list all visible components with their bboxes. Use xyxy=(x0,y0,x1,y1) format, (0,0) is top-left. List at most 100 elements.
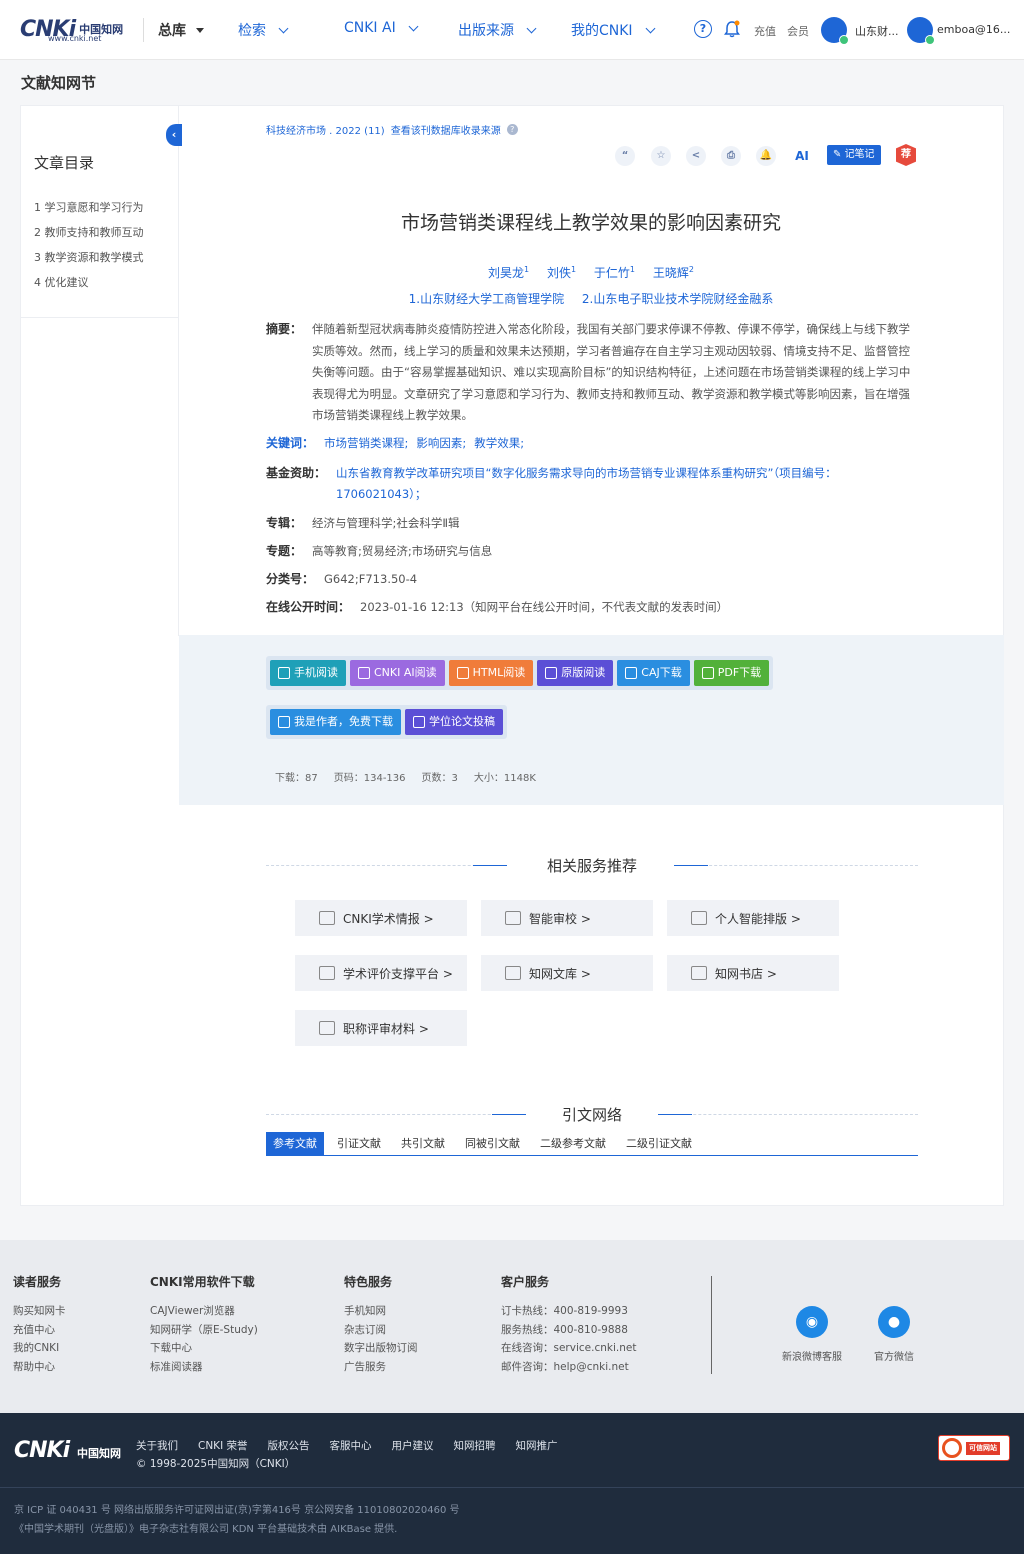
footer-link[interactable]: 数字出版物订阅 xyxy=(344,1339,418,1358)
footer-link[interactable]: 充值中心 xyxy=(13,1321,66,1340)
service-library[interactable]: 知网文库 > xyxy=(481,955,653,991)
nav-my-cnki[interactable]: 我的CNKI xyxy=(571,20,656,40)
thesis-submit-button[interactable]: 学位论文投稿 xyxy=(405,709,503,735)
alert-icon[interactable]: 🔔 xyxy=(756,146,776,166)
fund-link[interactable]: 山东省教育教学改革研究项目“数字化服务需求导向的市场营销专业课程体系重构研究”（… xyxy=(336,463,921,505)
footer-link[interactable]: CAJViewer浏览器 xyxy=(150,1302,258,1321)
online-label: 在线公开时间： xyxy=(266,600,351,614)
footer-link[interactable]: 我的CNKI xyxy=(13,1339,66,1358)
help-icon[interactable]: ? xyxy=(694,20,712,38)
about-link[interactable]: 关于我们 xyxy=(136,1438,178,1453)
service-center-link[interactable]: 客服中心 xyxy=(330,1438,372,1453)
print-icon[interactable]: ⎙ xyxy=(721,146,741,166)
service-smart-layout[interactable]: 个人智能排版 > xyxy=(667,900,839,936)
citation-tabs: 参考文献 引证文献 共引文献 同被引文献 二级参考文献 二级引证文献 xyxy=(266,1132,918,1156)
article-stats: 下载：87 页码：134-136 页数：3 大小：1148K xyxy=(275,769,536,784)
service-evaluation[interactable]: 学术评价支撑平台 > xyxy=(295,955,467,991)
member-link[interactable]: 会员 xyxy=(787,23,809,39)
chevron-down-icon xyxy=(408,21,419,31)
footer-link[interactable]: 手机知网 xyxy=(344,1302,418,1321)
html-read-button[interactable]: HTML阅读 xyxy=(448,660,534,686)
database-source-link[interactable]: 查看该刊数据库收录来源 xyxy=(391,122,501,137)
cnki-ai-read-button[interactable]: CNKI AI阅读 xyxy=(350,660,445,686)
tab-references[interactable]: 参考文献 xyxy=(266,1132,324,1155)
careers-link[interactable]: 知网招聘 xyxy=(454,1438,496,1453)
recommend-badge[interactable]: 荐 xyxy=(896,144,916,166)
tab-secondary-references[interactable]: 二级参考文献 xyxy=(533,1132,613,1155)
topic-label: 专题： xyxy=(266,544,303,558)
question-icon[interactable]: ? xyxy=(506,124,518,135)
caret-down-icon xyxy=(196,27,204,33)
honor-link[interactable]: CNKI 荣誉 xyxy=(198,1438,248,1453)
tab-co-cited[interactable]: 同被引文献 xyxy=(458,1132,527,1155)
keyword-link[interactable]: 影响因素; xyxy=(416,433,466,454)
citation-network-title: 引文网络 xyxy=(561,1106,622,1124)
footer-link[interactable]: 广告服务 xyxy=(344,1358,418,1377)
user-avatar[interactable] xyxy=(907,17,935,45)
tab-secondary-citing[interactable]: 二级引证文献 xyxy=(619,1132,699,1155)
pdf-download-button[interactable]: PDF下载 xyxy=(693,660,770,686)
chevron-down-icon xyxy=(526,23,537,33)
keyword-link[interactable]: 教学效果; xyxy=(474,433,524,454)
journal-source[interactable]: 科技经济市场 . 2022 (11) xyxy=(266,122,385,137)
author-link[interactable]: 于仁竹1 xyxy=(594,265,635,280)
mobile-read-button[interactable]: 手机阅读 xyxy=(270,660,346,686)
affiliation-link[interactable]: 1.山东财经大学工商管理学院 xyxy=(409,292,564,306)
ai-icon xyxy=(358,667,370,679)
footer-link[interactable]: 杂志订阅 xyxy=(344,1321,418,1340)
toc-item[interactable]: 4 优化建议 xyxy=(34,274,89,290)
footer-logo[interactable]: CNKi 中国知网 xyxy=(14,1438,122,1466)
service-cnki-intel[interactable]: CNKI学术情报 > xyxy=(295,900,467,936)
footer-link[interactable]: 购买知网卡 xyxy=(13,1302,66,1321)
toc-item[interactable]: 2 教师支持和教师互动 xyxy=(34,224,144,240)
footer-text[interactable]: 邮件咨询：help@cnki.net xyxy=(501,1358,636,1377)
favorite-icon[interactable]: ☆ xyxy=(651,146,671,166)
chevron-down-icon xyxy=(645,23,656,33)
original-read-button[interactable]: 原版阅读 xyxy=(537,660,614,686)
footer: 读者服务 购买知网卡 充值中心 我的CNKI 帮助中心 CNKI常用软件下载 C… xyxy=(0,1240,1024,1413)
toc-item[interactable]: 1 学习意愿和学习行为 xyxy=(34,199,144,215)
author-link[interactable]: 刘佚1 xyxy=(547,265,576,280)
nav-search[interactable]: 检索 xyxy=(238,20,289,40)
share-icon[interactable]: < xyxy=(686,146,706,166)
service-title-review[interactable]: 职称评审材料 > xyxy=(295,1010,467,1046)
nav-publication-source[interactable]: 出版来源 xyxy=(458,20,537,40)
service-smart-proofread[interactable]: 智能审校 > xyxy=(481,900,653,936)
institution-avatar[interactable] xyxy=(821,17,849,45)
caj-download-button[interactable]: CAJ下载 xyxy=(617,660,690,686)
ai-icon[interactable]: AI xyxy=(792,146,812,166)
cnki-logo[interactable]: CNKi 中国知网 www.cnki.net xyxy=(20,14,128,44)
footer-link[interactable]: 下载中心 xyxy=(150,1339,258,1358)
author-link[interactable]: 王晓辉2 xyxy=(653,265,694,280)
copyright-link[interactable]: 版权公告 xyxy=(268,1438,310,1453)
footer-text[interactable]: 在线咨询：service.cnki.net xyxy=(501,1339,636,1358)
feedback-link[interactable]: 用户建议 xyxy=(392,1438,434,1453)
weibo-service[interactable]: ◉ 新浪微博客服 xyxy=(782,1306,842,1363)
recharge-link[interactable]: 充值 xyxy=(754,23,776,39)
institution-name[interactable]: 山东财... xyxy=(855,23,899,39)
toc-item[interactable]: 3 教学资源和教学模式 xyxy=(34,249,144,265)
toc-title: 文章目录 xyxy=(34,154,95,172)
keyword-link[interactable]: 市场营销类课程; xyxy=(324,433,408,454)
service-bookstore[interactable]: 知网书店 > xyxy=(667,955,839,991)
trusted-site-badge[interactable]: 可信网站 xyxy=(938,1435,1010,1461)
nav-cnki-ai[interactable]: CNKI AI xyxy=(344,20,419,36)
wechat-service[interactable]: ● 官方微信 xyxy=(874,1306,914,1363)
promotion-link[interactable]: 知网推广 xyxy=(516,1438,558,1453)
footer-link[interactable]: 帮助中心 xyxy=(13,1358,66,1377)
trust-label: 可信网站 xyxy=(966,1441,1000,1455)
author-free-download-button[interactable]: 我是作者，免费下载 xyxy=(270,709,401,735)
bell-icon[interactable] xyxy=(724,20,740,38)
affiliation-link[interactable]: 2.山东电子职业技术学院财经金融系 xyxy=(582,292,773,306)
take-note-button[interactable]: ✎ 记笔记 xyxy=(827,145,881,165)
footer-link[interactable]: 知网研学（原E-Study) xyxy=(150,1321,258,1340)
cite-icon[interactable]: “ xyxy=(615,146,635,166)
tab-citing[interactable]: 引证文献 xyxy=(330,1132,388,1155)
nav-library[interactable]: 总库 xyxy=(158,20,204,40)
user-name[interactable]: emboa@16... xyxy=(937,23,1010,36)
footer-link[interactable]: 标准阅读器 xyxy=(150,1358,258,1377)
tab-co-citing[interactable]: 共引文献 xyxy=(394,1132,452,1155)
trust-seal-icon xyxy=(942,1438,962,1458)
collapse-toc-button[interactable]: ‹ xyxy=(166,124,182,146)
author-link[interactable]: 刘昊龙1 xyxy=(488,265,529,280)
